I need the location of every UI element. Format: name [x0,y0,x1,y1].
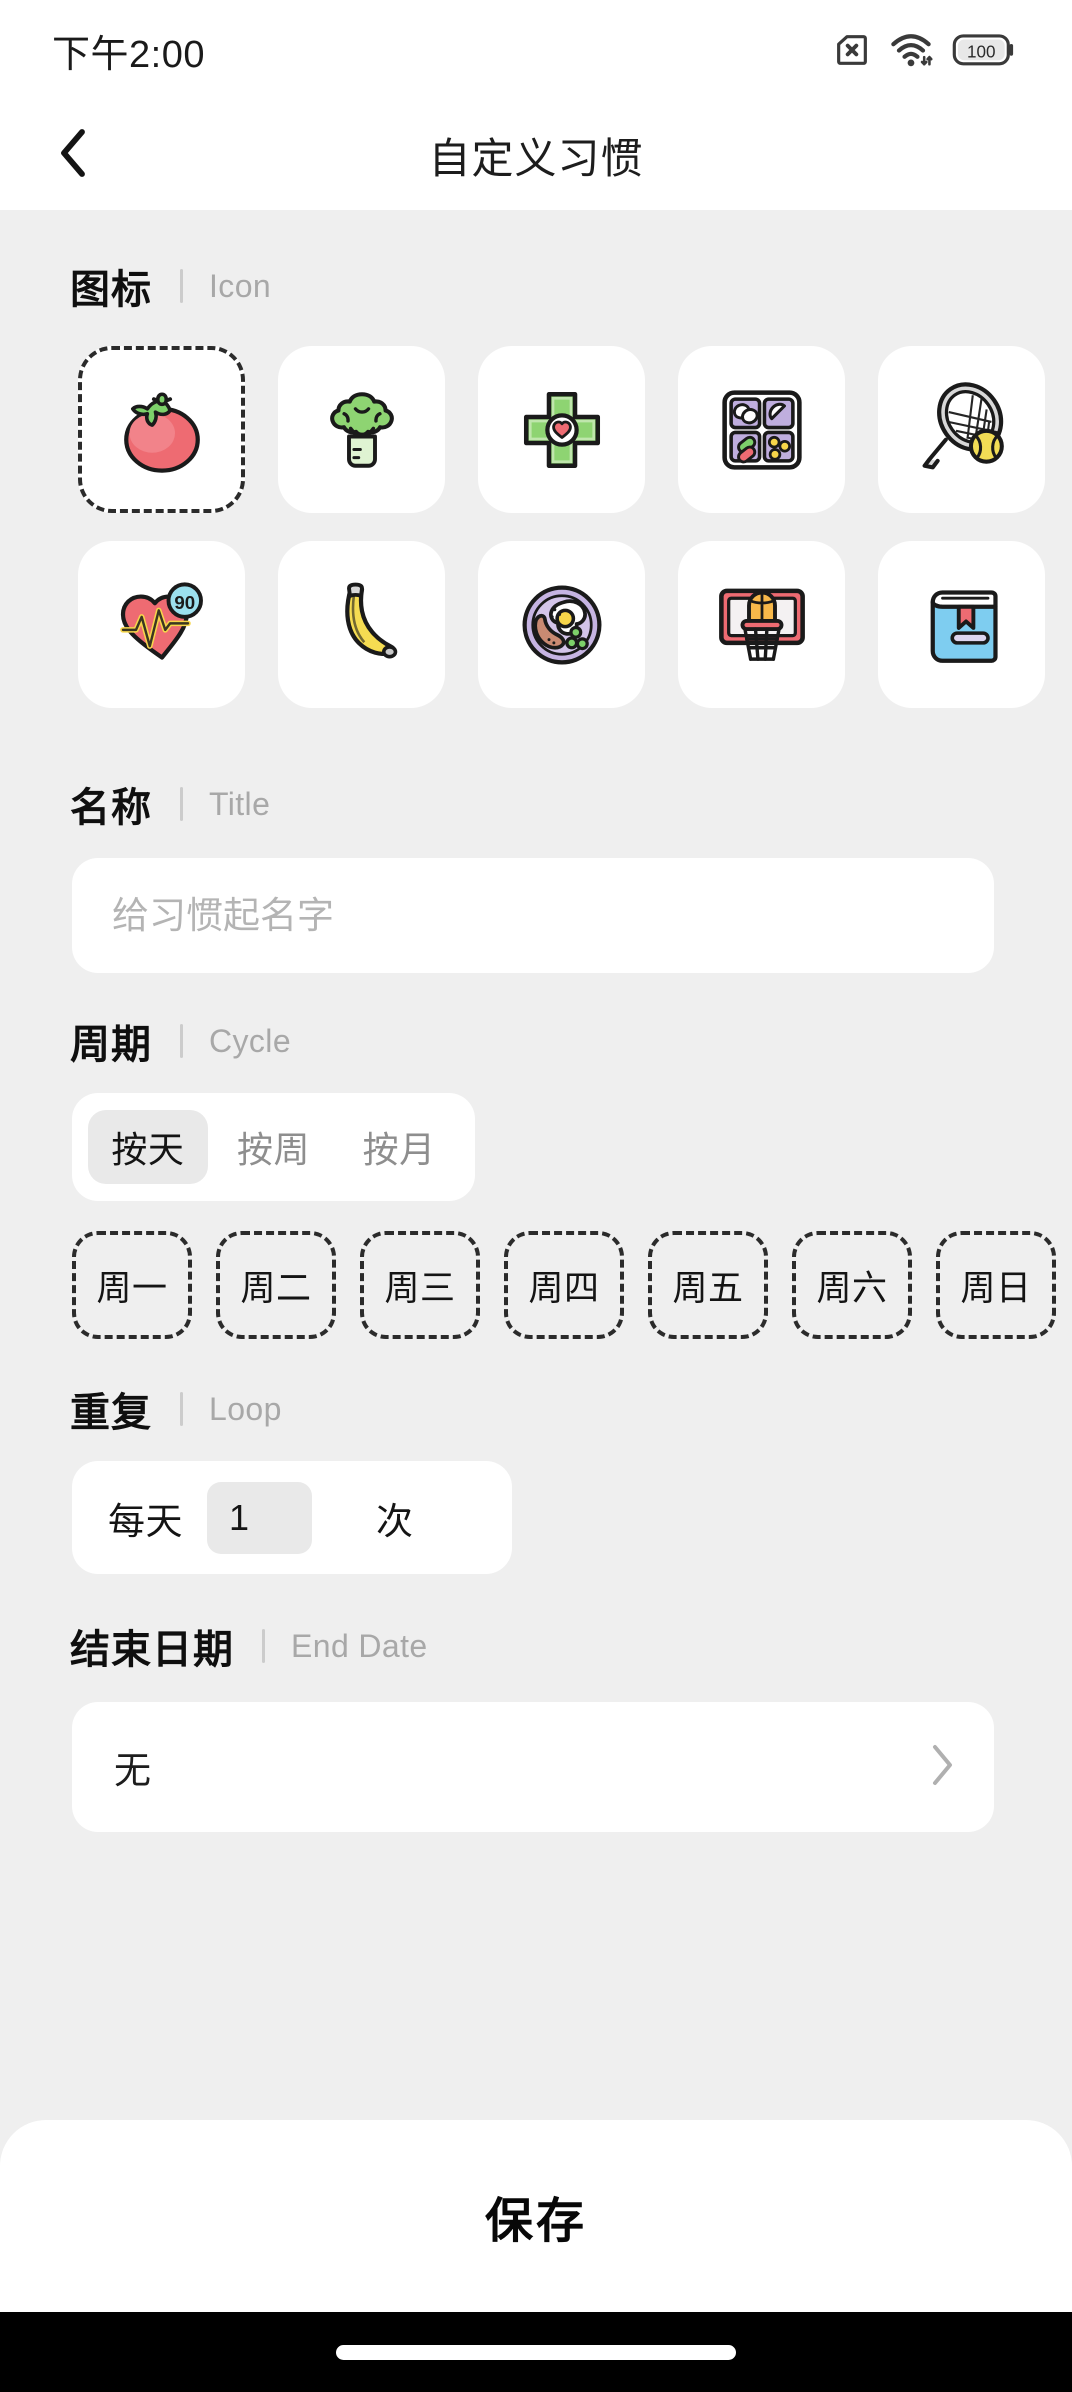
broccoli-icon [310,378,414,482]
loop-control: 每天 1 次 [72,1461,512,1574]
section-label-icon: 图标 Icon [0,256,1072,316]
svg-text:100: 100 [967,43,996,62]
label-divider [262,1629,265,1663]
battery-icon: 100 [952,32,1016,68]
icon-option-pill-box[interactable] [678,346,845,513]
sim-card-disabled-icon [832,30,872,70]
heart-rate-icon: 90 [110,573,214,677]
icon-option-basketball-hoop[interactable] [678,541,845,708]
end-date-value: 无 [114,1750,152,1791]
section-label-end-date-cn: 结束日期 [70,1628,234,1672]
tomato-icon [110,378,214,482]
weekday-chip-wed[interactable]: 周三 [360,1231,480,1339]
section-label-title: 名称 Title [0,774,1072,834]
loop-count-input[interactable]: 1 [207,1481,312,1554]
pill-box-icon [710,378,814,482]
section-label-loop: 重复 Loop [0,1379,1072,1439]
status-bar: 下午2:00 100 [0,0,1072,100]
medical-cross-heart-icon [510,378,614,482]
icon-option-tennis-racket[interactable] [878,346,1045,513]
cycle-tab-weekly[interactable]: 按周 [214,1110,334,1184]
weekday-chip-thu[interactable]: 周四 [504,1231,624,1339]
status-time: 下午2:00 [52,33,205,76]
icon-option-banana[interactable] [278,541,445,708]
cycle-segmented-control: 按天 按周 按月 [72,1093,475,1201]
icon-grid-row [0,346,1072,513]
label-divider [180,787,183,821]
app-screen: 下午2:00 100 自定义习惯 图标 Icon 90 名称 Title 给习惯… [0,0,1072,2392]
weekday-chip-fri[interactable]: 周五 [648,1231,768,1339]
icon-grid-row: 90 [0,541,1072,708]
tennis-racket-icon [910,378,1014,482]
section-label-loop-en: Loop [209,1390,282,1427]
icon-option-book[interactable] [878,541,1045,708]
book-icon [910,573,1014,677]
section-label-title-cn: 名称 [70,786,152,830]
label-divider [180,1024,183,1058]
label-divider [180,269,183,303]
section-label-cycle: 周期 Cycle [0,1011,1072,1071]
icon-grid: 90 [0,346,1072,736]
status-icons: 100 [832,30,1016,70]
loop-suffix-label: 次 [376,1500,414,1542]
habit-name-input[interactable] [112,894,954,937]
section-label-icon-en: Icon [209,267,272,304]
weekday-chip-sat[interactable]: 周六 [792,1231,912,1339]
nav-bar: 自定义习惯 [0,100,1072,210]
section-label-title-en: Title [209,785,271,822]
chevron-left-icon [51,127,95,184]
section-label-cycle-en: Cycle [209,1022,292,1059]
home-indicator-bar [0,2312,1072,2392]
icon-option-broccoli[interactable] [278,346,445,513]
icon-option-breakfast-plate[interactable] [478,541,645,708]
section-label-icon-cn: 图标 [70,268,152,312]
icon-option-medical-cross[interactable] [478,346,645,513]
section-label-end-date-en: End Date [291,1627,428,1664]
basketball-hoop-icon [710,573,814,677]
section-label-loop-cn: 重复 [70,1391,152,1435]
end-date-row[interactable]: 无 [72,1702,994,1832]
breakfast-plate-icon [510,573,614,677]
label-divider [180,1392,183,1426]
weekday-chip-mon[interactable]: 周一 [72,1231,192,1339]
section-label-cycle-cn: 周期 [70,1023,152,1067]
page-title: 自定义习惯 [428,134,644,182]
form-content: 图标 Icon 90 名称 Title 给习惯起名字 周期 Cycle 按天 按… [0,210,1072,2392]
save-button-label: 保存 [484,2195,587,2248]
chevron-right-icon [930,1743,956,1792]
wifi-icon [890,30,934,70]
home-indicator[interactable] [336,2344,736,2360]
section-label-end-date: 结束日期 End Date [0,1616,1072,1676]
back-button[interactable] [38,120,108,190]
cycle-tab-daily[interactable]: 按天 [88,1110,208,1184]
save-button[interactable]: 保存 [0,2120,1072,2312]
weekday-chip-tue[interactable]: 周二 [216,1231,336,1339]
weekday-chip-row: 周一 周二 周三 周四 周五 周六 周日 [0,1231,1072,1339]
icon-option-tomato[interactable] [78,346,245,513]
cycle-tab-monthly[interactable]: 按月 [339,1110,459,1184]
icon-option-heart-rate[interactable]: 90 [78,541,245,708]
banana-icon [310,573,414,677]
svg-text:90: 90 [174,591,195,612]
loop-prefix-label: 每天 [108,1500,183,1542]
weekday-chip-sun[interactable]: 周日 [936,1231,1056,1339]
habit-name-field[interactable] [72,858,994,973]
